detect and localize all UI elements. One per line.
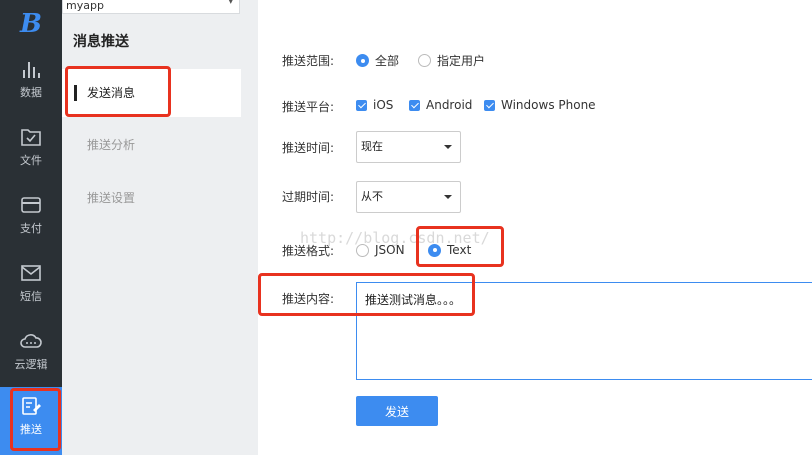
sidebar-item-label: 推送设置 bbox=[87, 191, 136, 205]
option-label: Android bbox=[426, 98, 473, 112]
radio-icon bbox=[356, 243, 369, 257]
caret-down-icon bbox=[444, 195, 452, 199]
sidebar-title: 消息推送 bbox=[73, 34, 129, 50]
nav-label-cloud-logic: 云逻辑 bbox=[14, 358, 48, 371]
bar-chart-icon bbox=[23, 62, 40, 78]
content-gutter bbox=[241, 0, 258, 455]
option-label: JSON bbox=[375, 243, 405, 257]
app-selector[interactable]: myapp ▾ bbox=[62, 0, 240, 14]
sidebar-item-push-settings[interactable]: 推送设置 bbox=[62, 174, 241, 222]
nav-label-payment: 支付 bbox=[20, 222, 42, 235]
scope-option-specific-users[interactable]: 指定用户 bbox=[418, 52, 485, 69]
checkbox-checked-icon bbox=[409, 99, 420, 111]
cloud-icon bbox=[20, 334, 42, 348]
format-option-json[interactable]: JSON bbox=[356, 243, 405, 257]
nav-label-data: 数据 bbox=[20, 86, 42, 99]
checkbox-checked-icon bbox=[484, 99, 495, 111]
app-logo[interactable]: B bbox=[0, 0, 62, 48]
chevron-down-icon: ▾ bbox=[228, 0, 233, 7]
sidebar-item-label: 推送分析 bbox=[87, 138, 136, 152]
checkbox-checked-icon bbox=[356, 99, 367, 111]
radio-selected-icon bbox=[356, 54, 369, 67]
annotation-highlight-send-message bbox=[65, 66, 171, 117]
platform-windows-phone-checkbox[interactable]: Windows Phone bbox=[484, 98, 596, 112]
option-label: 指定用户 bbox=[437, 54, 486, 68]
option-label: iOS bbox=[373, 98, 394, 112]
option-label: Windows Phone bbox=[501, 98, 596, 112]
send-button[interactable]: 发送 bbox=[356, 396, 438, 426]
annotation-highlight-push-nav bbox=[10, 388, 61, 451]
push-time-select[interactable]: 现在 bbox=[356, 131, 461, 163]
nav-item-cloud-logic[interactable]: 云逻辑 bbox=[0, 322, 62, 386]
select-value: 现在 bbox=[361, 140, 383, 153]
nav-item-data[interactable]: 数据 bbox=[0, 50, 62, 114]
nav-item-payment[interactable]: 支付 bbox=[0, 186, 62, 250]
format-label: 推送格式: bbox=[282, 244, 335, 258]
nav-item-files[interactable]: 文件 bbox=[0, 118, 62, 182]
option-label: 全部 bbox=[375, 54, 400, 68]
annotation-highlight-text-format bbox=[416, 226, 504, 267]
expire-time-select[interactable]: 从不 bbox=[356, 181, 461, 213]
nav-label-files: 文件 bbox=[20, 154, 42, 167]
nav-label-sms: 短信 bbox=[20, 290, 42, 303]
envelope-icon bbox=[21, 265, 41, 281]
select-value: 从不 bbox=[361, 190, 383, 203]
sidebar-item-push-analysis[interactable]: 推送分析 bbox=[62, 121, 241, 169]
annotation-highlight-content bbox=[258, 273, 475, 316]
folder-check-icon bbox=[21, 129, 41, 146]
nav-item-sms[interactable]: 短信 bbox=[0, 254, 62, 318]
scope-label: 推送范围: bbox=[282, 54, 335, 68]
push-time-label: 推送时间: bbox=[282, 141, 335, 155]
left-nav-rail: B 数据 文件 支付 短信 云逻辑 推送 bbox=[0, 0, 62, 455]
platform-android-checkbox[interactable]: Android bbox=[409, 98, 472, 112]
radio-icon bbox=[418, 54, 431, 67]
platform-label: 推送平台: bbox=[282, 100, 335, 114]
caret-down-icon bbox=[444, 145, 452, 149]
scope-option-all[interactable]: 全部 bbox=[356, 52, 399, 69]
app-selector-value: myapp bbox=[66, 0, 104, 12]
expire-time-label: 过期时间: bbox=[282, 190, 335, 204]
platform-ios-checkbox[interactable]: iOS bbox=[356, 98, 393, 112]
credit-card-icon bbox=[21, 197, 41, 213]
